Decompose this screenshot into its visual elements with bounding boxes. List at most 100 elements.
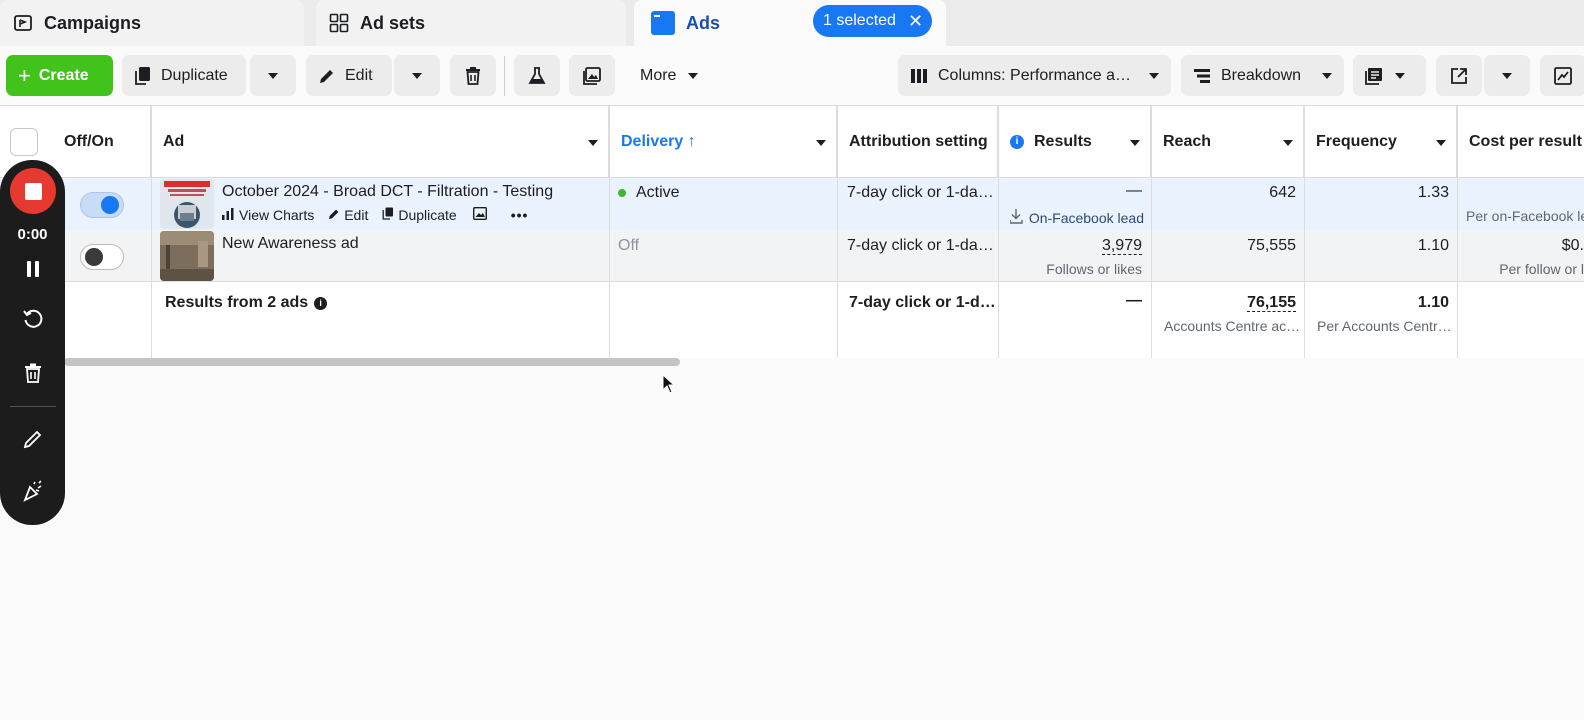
info-icon[interactable]: i xyxy=(314,296,328,310)
chevron-down-icon xyxy=(412,72,422,79)
ad-toggle-off[interactable] xyxy=(80,244,124,270)
tab-ad-sets[interactable]: Ad sets xyxy=(316,0,626,46)
trash-icon[interactable] xyxy=(20,360,46,386)
summary-frequency: 1.10 xyxy=(1417,294,1449,311)
ad-thumbnail[interactable] xyxy=(160,179,214,229)
column-divider xyxy=(837,106,838,358)
header-frequency[interactable]: Frequency xyxy=(1304,106,1457,178)
header-attribution-label: Attribution setting xyxy=(849,132,988,150)
pause-icon[interactable] xyxy=(20,256,46,282)
chevron-down-icon[interactable] xyxy=(1130,140,1140,146)
columns-button[interactable]: Columns: Performance a… xyxy=(898,55,1171,96)
header-results[interactable]: i Results xyxy=(998,106,1151,178)
export-button[interactable] xyxy=(1436,55,1482,96)
header-ad[interactable]: Ad xyxy=(151,106,609,178)
delivery-status-label: Active xyxy=(636,184,680,201)
active-dot-icon xyxy=(618,189,626,197)
chevron-down-icon xyxy=(1149,72,1159,79)
delete-button[interactable] xyxy=(450,55,496,96)
attribution-value: 7-day click or 1-da… xyxy=(847,184,993,201)
ab-test-button[interactable] xyxy=(514,55,560,96)
header-reach[interactable]: Reach xyxy=(1151,106,1304,178)
header-cost-per-result[interactable]: Cost per result xyxy=(1457,106,1584,178)
bar-chart-icon xyxy=(222,207,234,223)
edit-button[interactable]: Edit xyxy=(306,55,392,96)
frequency-value: 1.10 xyxy=(1417,237,1449,254)
creative-button[interactable] xyxy=(569,55,615,96)
restart-icon[interactable] xyxy=(20,306,46,332)
chevron-down-icon[interactable] xyxy=(1283,140,1293,146)
duplicate-button[interactable]: Duplicate xyxy=(122,55,246,96)
header-delivery[interactable]: Delivery ↑ xyxy=(609,106,837,178)
frequency-value: 1.33 xyxy=(1417,184,1449,201)
summary-reach-type: Accounts Centre ac… xyxy=(1164,318,1299,334)
edit-menu-button[interactable] xyxy=(394,55,440,96)
column-divider xyxy=(151,106,152,358)
ad-window-icon xyxy=(650,10,676,36)
pen-icon[interactable] xyxy=(20,426,46,452)
recorder-divider xyxy=(10,406,56,407)
ad-toggle-on[interactable] xyxy=(80,192,124,218)
stop-icon xyxy=(24,182,42,200)
chevron-down-icon[interactable] xyxy=(1436,140,1446,146)
confetti-icon[interactable] xyxy=(20,478,46,504)
duplicate-label: Duplicate xyxy=(161,66,228,84)
more-options-icon[interactable]: ••• xyxy=(511,207,529,223)
trend-chart-icon xyxy=(1554,66,1572,85)
column-divider xyxy=(609,106,610,358)
selected-count-pill[interactable]: 1 selected ✕ xyxy=(813,5,932,37)
header-off-on[interactable]: Off/On xyxy=(52,106,151,178)
edit-link[interactable]: Edit xyxy=(344,207,368,223)
header-delivery-label: Delivery ↑ xyxy=(621,132,696,150)
header-results-label: Results xyxy=(1034,132,1092,150)
clear-selection-icon[interactable]: ✕ xyxy=(908,12,923,30)
breakdown-button[interactable]: Breakdown xyxy=(1181,55,1344,96)
delivery-status: Off xyxy=(618,237,640,254)
results-value-number: 3,979 xyxy=(1101,237,1142,255)
chevron-down-icon xyxy=(1502,72,1512,79)
ads-table: Off/On Ad Delivery ↑ Attribution setting… xyxy=(0,106,1584,358)
create-button[interactable]: + Create xyxy=(6,55,113,96)
object-tabs: Campaigns Ad sets Ads 1 selected ✕ xyxy=(0,0,1584,46)
tab-ads-label: Ads xyxy=(686,12,721,33)
recording-timer: 0:00 xyxy=(17,226,48,243)
attribution-value: 7-day click or 1-da… xyxy=(847,237,993,254)
download-icon xyxy=(1010,208,1023,227)
horizontal-scrollbar[interactable] xyxy=(64,358,680,366)
chevron-down-icon[interactable] xyxy=(816,140,826,146)
breakdown-label: Breakdown xyxy=(1221,66,1302,84)
ad-thumbnail[interactable] xyxy=(160,231,214,281)
view-charts-link[interactable]: View Charts xyxy=(239,207,314,223)
duplicate-menu-button[interactable] xyxy=(250,55,296,96)
toolbar-divider xyxy=(504,56,505,96)
toggle-knob xyxy=(85,248,103,266)
duplicate-link[interactable]: Duplicate xyxy=(398,207,456,223)
header-off-on-label: Off/On xyxy=(64,132,114,150)
image-icon[interactable] xyxy=(472,207,487,223)
more-button[interactable]: More xyxy=(628,55,718,96)
reports-icon xyxy=(1365,67,1383,85)
select-all-checkbox[interactable] xyxy=(10,128,38,156)
reports-button[interactable] xyxy=(1353,55,1426,96)
reach-value: 75,555 xyxy=(1247,237,1296,254)
column-divider xyxy=(998,106,999,358)
header-attribution[interactable]: Attribution setting xyxy=(837,106,998,178)
header-reach-label: Reach xyxy=(1163,132,1212,150)
tab-campaigns[interactable]: Campaigns xyxy=(0,0,304,46)
ad-name[interactable]: October 2024 - Broad DCT - Filtration - … xyxy=(222,183,553,201)
chevron-down-icon xyxy=(1322,72,1332,79)
stop-recording-button[interactable] xyxy=(10,168,56,214)
breakdown-icon xyxy=(1193,68,1211,84)
columns-icon xyxy=(910,68,928,84)
charts-button[interactable] xyxy=(1540,55,1584,96)
summary-label: Results from 2 ads i xyxy=(165,294,328,312)
chevron-down-icon[interactable] xyxy=(588,140,598,146)
delivery-status: Active xyxy=(618,184,680,202)
results-value: — xyxy=(1126,182,1142,199)
export-menu-button[interactable] xyxy=(1484,55,1530,96)
ad-name[interactable]: New Awareness ad xyxy=(222,235,359,253)
info-icon[interactable]: i xyxy=(1010,134,1024,149)
grid-icon xyxy=(328,12,350,34)
summary-frequency-type: Per Accounts Centr… xyxy=(1317,318,1452,334)
column-divider xyxy=(1304,106,1305,358)
